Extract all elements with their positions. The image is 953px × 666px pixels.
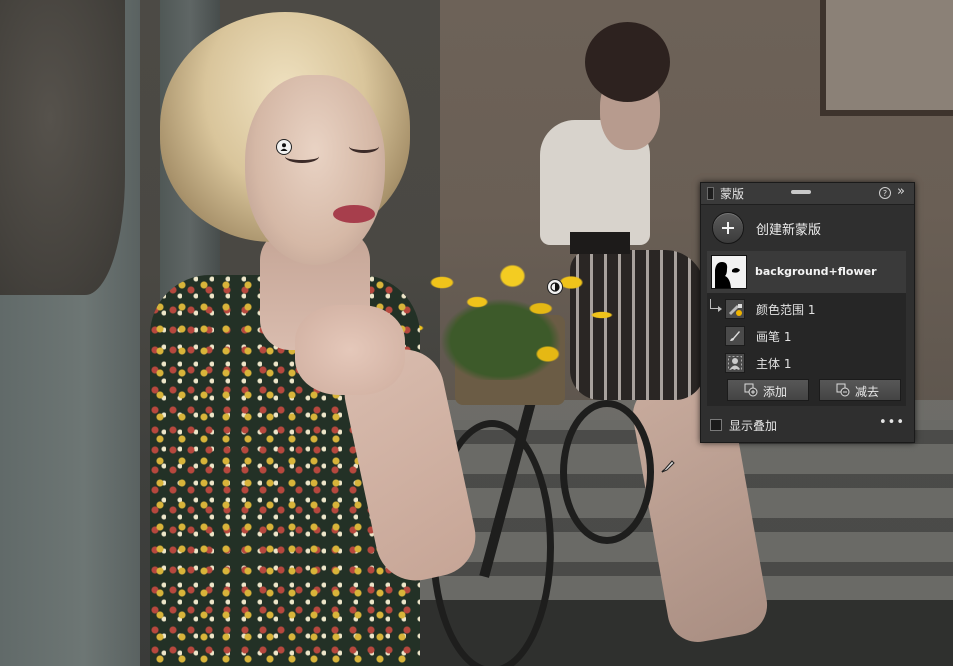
double-chevron-right-icon[interactable]: » xyxy=(897,184,905,199)
drag-handle-icon[interactable] xyxy=(791,190,811,194)
woman-hand xyxy=(295,305,405,395)
plus-icon[interactable] xyxy=(712,212,744,244)
bike-rear-wheel xyxy=(560,400,654,544)
panel-grip-icon[interactable] xyxy=(707,187,714,200)
background-woman-hair xyxy=(585,22,670,102)
more-options-icon[interactable]: ••• xyxy=(879,415,905,430)
add-label: 添加 xyxy=(763,385,788,399)
masks-panel: 蒙版 ? » 创建新蒙版 background+flower 颜色范围 1 画笔… xyxy=(700,182,915,443)
mask-item[interactable]: background+flower xyxy=(707,251,906,293)
show-overlay-checkbox[interactable] xyxy=(710,419,722,431)
woman-face xyxy=(245,75,385,265)
color-range-pin-icon[interactable] xyxy=(547,279,563,295)
component-brush[interactable]: 画笔 1 xyxy=(725,324,895,348)
component-label: 画笔 1 xyxy=(756,330,792,344)
mask-thumbnail xyxy=(711,255,747,289)
component-label: 主体 1 xyxy=(756,357,792,371)
panel-title: 蒙版 xyxy=(720,187,745,201)
panel-header[interactable]: 蒙版 ? » xyxy=(701,183,914,205)
create-new-mask-button[interactable]: 创建新蒙版 xyxy=(712,212,902,244)
help-circle-icon[interactable]: ? xyxy=(879,187,891,199)
woman-lips xyxy=(333,205,375,223)
brush-cursor-icon xyxy=(660,458,676,474)
subtract-label: 减去 xyxy=(855,385,880,399)
wall-frame xyxy=(820,0,953,116)
color-range-icon xyxy=(725,299,745,319)
subject-pin-icon[interactable] xyxy=(276,139,292,155)
subject-icon xyxy=(725,353,745,373)
mask-list: background+flower 颜色范围 1 画笔 1 主体 1 添加 减去 xyxy=(707,251,906,406)
show-overlay-row: 显示叠加 ••• xyxy=(710,415,905,435)
tree-branch-icon xyxy=(710,299,722,312)
brush-icon xyxy=(725,326,745,346)
subtract-mask-icon xyxy=(836,383,850,397)
subtract-button[interactable]: 减去 xyxy=(819,379,901,401)
add-button[interactable]: 添加 xyxy=(727,379,809,401)
create-mask-label: 创建新蒙版 xyxy=(756,223,822,238)
component-subject[interactable]: 主体 1 xyxy=(725,351,895,375)
add-mask-icon xyxy=(744,383,758,397)
woman-eye-right xyxy=(349,140,379,153)
wall-plaster xyxy=(0,0,125,295)
show-overlay-label: 显示叠加 xyxy=(729,419,778,433)
component-label: 颜色范围 1 xyxy=(756,303,816,317)
mask-name: background+flower xyxy=(755,265,877,278)
component-color-range[interactable]: 颜色范围 1 xyxy=(725,297,895,321)
